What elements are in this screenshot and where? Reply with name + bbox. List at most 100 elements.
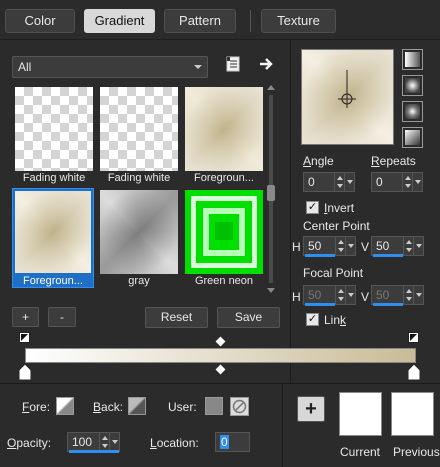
chevron-down-icon[interactable] <box>412 173 422 191</box>
tab-texture[interactable]: Texture <box>261 9 336 33</box>
gradient-item[interactable]: gray <box>97 188 179 288</box>
crosshair-icon[interactable] <box>302 50 393 144</box>
gradient-item-label: Foregroun... <box>23 275 83 287</box>
gradient-preview-large[interactable] <box>301 49 394 145</box>
sunburst-style-button[interactable] <box>402 101 423 122</box>
center-point-label: Center Point <box>303 219 370 233</box>
chevron-down-icon[interactable] <box>345 237 355 255</box>
opacity-label: Opacity: <box>7 436 52 450</box>
gradient-item[interactable]: Green neon <box>182 188 264 288</box>
gradient-item-label: gray <box>128 275 150 287</box>
arrow-right-icon[interactable] <box>258 56 276 72</box>
reset-button[interactable]: Reset <box>145 307 208 328</box>
center-v-label: V <box>361 240 370 254</box>
foreground-stop-marker-left[interactable] <box>19 332 30 343</box>
angle-label: Angle <box>303 154 334 168</box>
chevron-down-icon[interactable] <box>345 286 355 304</box>
gradient-preview <box>15 191 91 273</box>
invert-checkbox[interactable]: ✓ <box>306 201 319 214</box>
gradient-item-label: Green neon <box>194 275 254 287</box>
add-color-button[interactable]: + <box>297 396 325 422</box>
gradient-preview <box>100 87 178 171</box>
tab-pattern[interactable]: Pattern <box>164 9 236 33</box>
color-stop-left[interactable] <box>18 363 32 381</box>
previous-swatch[interactable] <box>391 392 434 436</box>
category-select-value: All <box>18 60 32 74</box>
chevron-down-icon[interactable] <box>109 433 119 451</box>
color-stop-right[interactable] <box>407 363 421 381</box>
grid-scrollbar[interactable] <box>266 85 276 293</box>
scrollbar-thumb[interactable] <box>267 185 275 201</box>
current-label: Current <box>340 445 381 459</box>
gradient-item[interactable]: Foregroun... <box>182 85 264 185</box>
focal-h-stepper-icon[interactable] <box>335 286 345 304</box>
repeats-label: Repeats <box>371 154 416 168</box>
invert-label: Invert <box>324 201 355 215</box>
scroll-up-icon[interactable] <box>267 85 275 90</box>
repeats-spinner[interactable]: 0 <box>371 172 423 192</box>
foreground-stop-marker-right[interactable] <box>408 332 419 343</box>
gradient-thumbnail-grid: Fading white Fading white Foregroun... F… <box>12 85 264 293</box>
gradient-item-selected[interactable]: Foregroun... <box>12 188 94 288</box>
previous-label: Previous <box>393 445 440 459</box>
location-field[interactable]: 0 <box>215 432 250 452</box>
section-divider <box>0 383 440 384</box>
focal-v-stepper-icon[interactable] <box>403 286 413 304</box>
save-button[interactable]: Save <box>217 307 280 328</box>
center-h-stepper-icon[interactable] <box>335 237 345 255</box>
tab-gradient[interactable]: Gradient <box>84 9 155 33</box>
back-label: Back: <box>93 400 124 414</box>
midpoint-top-marker[interactable] <box>215 336 226 347</box>
tab-bar: Color Gradient Pattern Texture <box>0 0 440 40</box>
gradient-preview <box>185 190 263 274</box>
gradient-item[interactable]: Fading white <box>12 85 94 185</box>
category-select[interactable]: All <box>12 56 208 78</box>
linear-style-button[interactable] <box>402 49 423 70</box>
back-swatch[interactable] <box>128 397 146 415</box>
link-label: Link <box>324 313 347 327</box>
chevron-down-icon[interactable] <box>413 237 423 255</box>
focal-h-spinner[interactable]: 50 <box>303 285 356 306</box>
gradient-preview <box>185 87 263 171</box>
angle-stepper-icon[interactable] <box>334 173 344 191</box>
remove-stop-button[interactable]: - <box>48 307 76 327</box>
gradient-item-label: Fading white <box>22 172 86 184</box>
list-options-icon[interactable] <box>225 56 243 72</box>
focal-v-label: V <box>361 290 370 304</box>
tab-separator <box>250 10 251 32</box>
scroll-down-icon[interactable] <box>267 288 275 293</box>
no-color-icon[interactable] <box>230 397 249 416</box>
panel-divider <box>290 40 291 383</box>
center-v-spinner[interactable]: 50 <box>371 236 424 257</box>
location-label: Location: <box>150 436 199 450</box>
current-swatch[interactable] <box>339 392 382 436</box>
angle-spinner[interactable]: 0 <box>303 172 355 192</box>
opacity-spinner[interactable]: 100 <box>67 432 120 453</box>
center-h-spinner[interactable]: 50 <box>303 236 356 257</box>
focal-h-label: H <box>292 290 301 304</box>
focal-v-spinner[interactable]: 50 <box>371 285 424 306</box>
add-stop-button[interactable]: + <box>12 307 39 327</box>
chevron-down-icon[interactable] <box>344 173 354 191</box>
chevron-down-icon[interactable] <box>413 286 423 304</box>
user-swatch[interactable] <box>205 397 223 415</box>
repeats-stepper-icon[interactable] <box>402 173 412 191</box>
center-v-stepper-icon[interactable] <box>403 237 413 255</box>
rectangular-style-button[interactable] <box>402 75 423 96</box>
chevron-down-icon <box>194 65 202 69</box>
tab-color[interactable]: Color <box>5 9 75 33</box>
fore-label: Fore: <box>22 400 51 414</box>
gradient-preview <box>100 190 178 274</box>
focal-point-label: Focal Point <box>303 266 364 280</box>
bottom-divider <box>282 384 283 467</box>
midpoint-bottom-marker[interactable] <box>215 364 226 375</box>
radial-style-button[interactable] <box>402 127 423 148</box>
link-checkbox[interactable]: ✓ <box>306 313 319 326</box>
opacity-stepper-icon[interactable] <box>99 433 109 451</box>
gradient-item[interactable]: Fading white <box>97 85 179 185</box>
center-h-label: H <box>292 240 301 254</box>
fore-swatch[interactable] <box>56 397 74 415</box>
gradient-item-label: Fading white <box>107 172 171 184</box>
gradient-item-label: Foregroun... <box>194 172 254 184</box>
gradient-bar[interactable] <box>25 348 416 363</box>
